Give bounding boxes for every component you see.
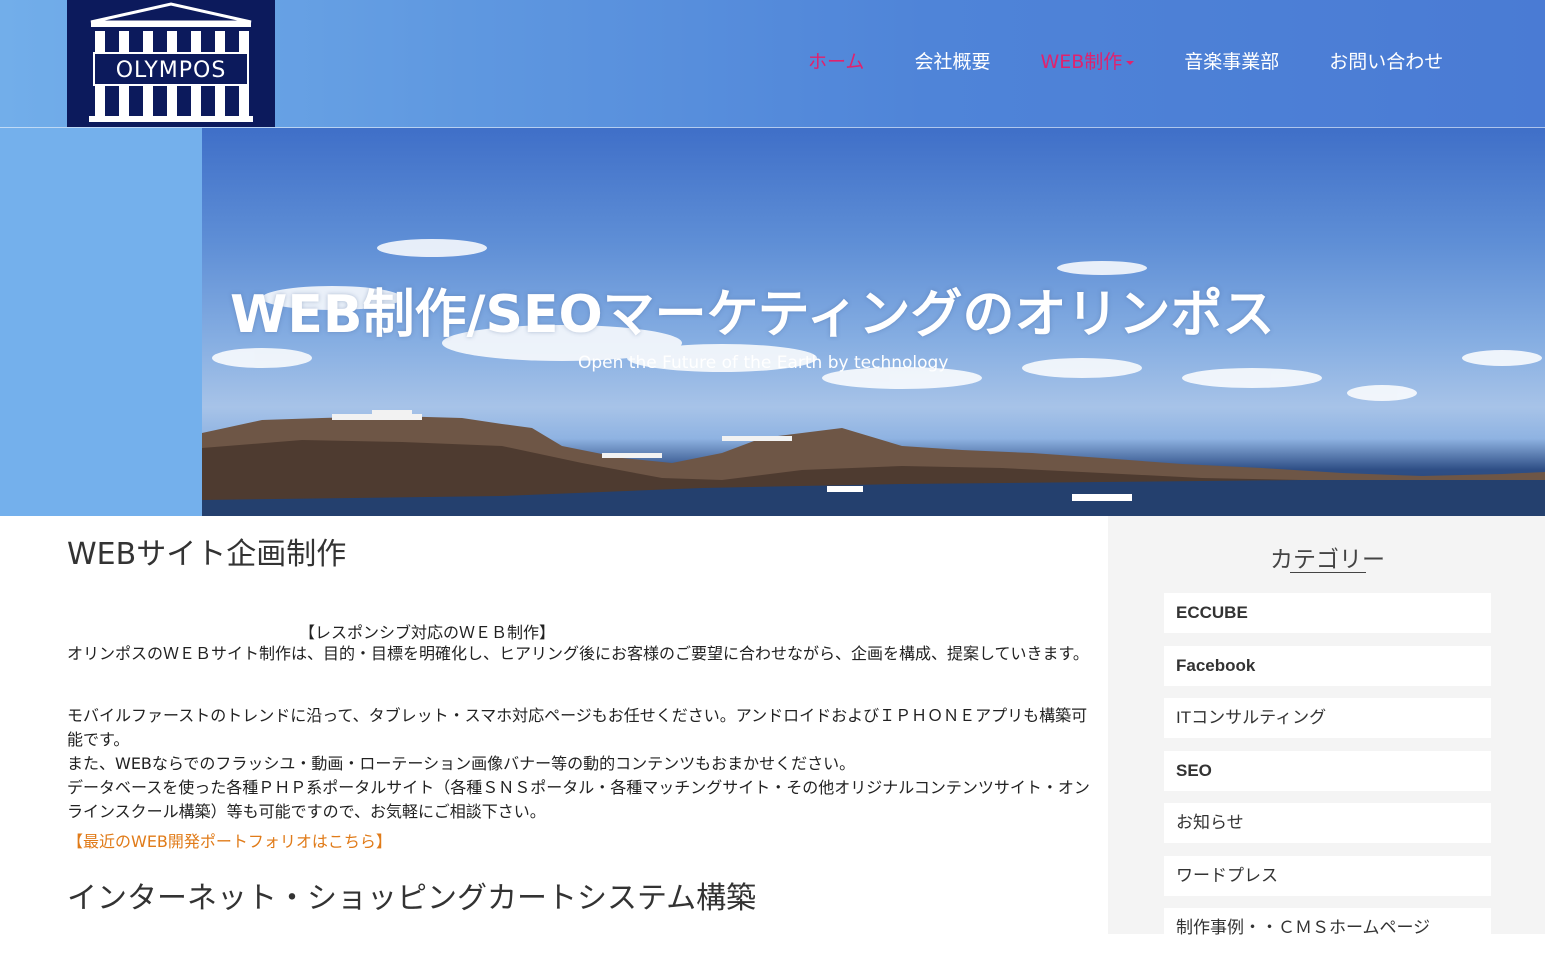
responsive-subheading: 【レスポンシブ対応のＷＥＢ制作】 [299,623,556,642]
hero-subtitle: Open the Future of the Earth by technolo… [578,353,949,373]
category-item-news[interactable]: お知らせ [1164,803,1491,843]
category-item-seo[interactable]: SEO [1164,750,1491,791]
hero-title: WEB制作/SEOマーケティングのオリンポス [230,285,1275,345]
category-item-facebook[interactable]: Facebook [1164,645,1491,686]
nav-contact[interactable]: お問い合わせ [1329,48,1443,78]
category-title-underline [1290,572,1366,573]
category-item-wordpress[interactable]: ワードプレス [1164,855,1491,896]
nav-music[interactable]: 音楽事業部 [1184,48,1279,78]
category-item-it-consulting[interactable]: ITコンサルティング [1164,698,1491,738]
details-line-3: データベースを使った各種ＰＨＰ系ポータルサイト（各種ＳＮＳポータル・各種マッチン… [67,778,1090,821]
portfolio-link[interactable]: 【最近のWEB開発ポートフォリオはこちら】 [67,828,392,852]
nav-company[interactable]: 会社概要 [914,48,990,78]
details-line-2: また、WEBならでのフラッシユ・動画・ローテーション画像バナー等の動的コンテンツ… [67,754,856,773]
section-title-shopping-cart: インターネット・ショッピングカートシステム構築 [67,881,757,916]
intro-paragraph: オリンポスのＷＥＢサイト制作は、目的・目標を明確化し、ヒアリング後にお客様のご要… [67,644,1089,663]
nav-web-production[interactable]: WEB制作 [1040,48,1135,78]
category-item-eccube[interactable]: ECCUBE [1164,593,1491,633]
category-widget-title: カテゴリー [1270,547,1385,573]
logo-text: OLYMPOS [93,52,249,86]
category-list: ECCUBE Facebook ITコンサルティング SEO お知らせ ワードプ… [1164,593,1491,961]
caret-down-icon [1126,60,1135,65]
olympos-logo[interactable]: OLYMPOS [67,0,275,127]
category-item-cms-works[interactable]: 制作事例・・ＣＭＳホームページ [1164,908,1491,948]
nav-home[interactable]: ホーム [808,48,864,78]
details-line-1: モバイルファーストのトレンドに沿って、タブレット・スマホ対応ページもお任せくださ… [67,706,1088,749]
main-navigation: ホーム 会社概要 WEB制作 音楽事業部 お問い合わせ [808,48,1493,78]
hero-section: OLYMPOS ホーム 会社概要 WEB制作 音楽事業部 お問い合わせ WEB制… [0,0,1545,516]
details-paragraph: モバイルファーストのトレンドに沿って、タブレット・スマホ対応ページもお任せくださ… [67,704,1097,824]
nav-web-production-label: WEB制作 [1040,51,1123,73]
section-title-web-planning: WEBサイト企画制作 [67,537,347,572]
